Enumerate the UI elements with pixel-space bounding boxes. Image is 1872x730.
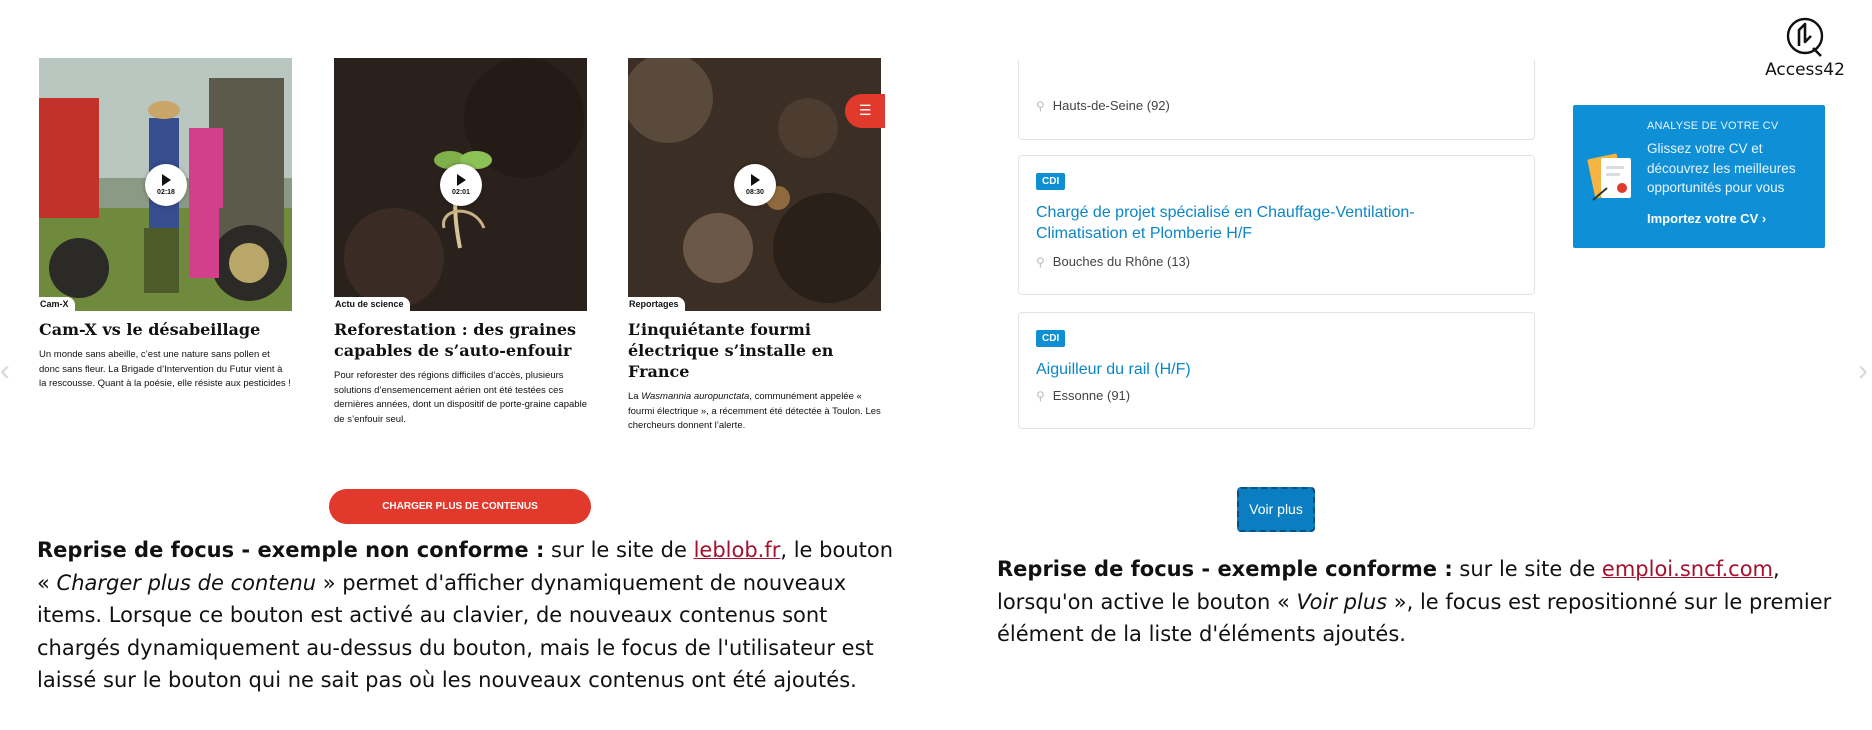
job-location: ⚲ Essonne (91) (1036, 388, 1130, 403)
card-title[interactable]: L’inquiétante fourmi électrique s’instal… (628, 319, 881, 382)
card-title[interactable]: Cam-X vs le désabeillage (39, 319, 292, 340)
desc-species: Wasmannia auropunctata (641, 391, 750, 402)
card-image[interactable]: 02:01 Actu de science (334, 58, 587, 311)
job-location-text: Bouches du Rhône (13) (1052, 254, 1191, 269)
cv-analysis-promo[interactable]: ANALYSE DE VOTRE CV Glissez votre CV et … (1573, 105, 1825, 248)
category-tag: Actu de science (334, 297, 410, 311)
category-tag: Cam-X (39, 297, 75, 311)
job-location: ⚲ Bouches du Rhône (13) (1036, 254, 1190, 269)
content-card[interactable]: 02:01 Actu de science Reforestation : de… (334, 58, 587, 427)
explain-text: sur le site de (544, 538, 694, 562)
brand-name: Access42 (1765, 60, 1845, 80)
import-cv-link[interactable]: Importez votre CV › (1647, 211, 1766, 226)
job-location-text: Hauts-de-Seine (92) (1052, 98, 1170, 113)
play-icon (751, 174, 760, 186)
job-item[interactable]: ⚲ Hauts-de-Seine (92) (1018, 60, 1535, 140)
explain-heading: Reprise de focus - exemple non conforme … (37, 538, 545, 562)
contract-badge: CDI (1036, 330, 1066, 347)
chevron-right-icon[interactable]: › (1858, 356, 1872, 386)
video-duration: 08:30 (746, 189, 764, 196)
pin-icon: ⚲ (1036, 99, 1045, 113)
load-more-button[interactable]: CHARGER PLUS DE CONTENUS (329, 489, 591, 524)
non-conforming-explanation: Reprise de focus - exemple non conforme … (37, 534, 907, 697)
category-tag: Reportages (628, 297, 685, 311)
cv-document-icon (1587, 153, 1631, 201)
video-duration: 02:18 (157, 189, 175, 196)
job-location-text: Essonne (91) (1052, 388, 1131, 403)
sncf-link[interactable]: emploi.sncf.com (1602, 557, 1773, 581)
play-button[interactable]: 02:01 (440, 164, 482, 206)
explain-button-name: Charger plus de contenu (56, 570, 317, 595)
job-title-link[interactable]: Chargé de projet spécialisé en Chauffage… (1036, 202, 1466, 244)
access42-logo: Access42 (1760, 16, 1850, 80)
leblob-link[interactable]: leblob.fr (694, 538, 781, 562)
pin-icon: ⚲ (1036, 255, 1045, 269)
import-cv-label: Importez votre CV (1647, 211, 1759, 226)
pin-icon: ⚲ (1036, 389, 1045, 403)
card-image[interactable]: 08:30 Reportages (628, 58, 881, 311)
chevron-left-icon[interactable]: ‹ (0, 356, 14, 386)
search-list-icon: ☰ (859, 102, 872, 118)
card-description: La Wasmannia auropunctata, communément a… (628, 390, 881, 434)
play-icon (457, 174, 466, 186)
voir-plus-button[interactable]: Voir plus (1237, 487, 1315, 532)
job-location: ⚲ Hauts-de-Seine (92) (1036, 98, 1170, 113)
explain-heading: Reprise de focus - exemple conforme : (997, 557, 1453, 581)
search-list-button[interactable]: ☰ (845, 94, 885, 128)
job-item[interactable]: CDI Aiguilleur du rail (H/F) ⚲ Essonne (9… (1018, 312, 1535, 429)
cv-kicker: ANALYSE DE VOTRE CV (1647, 120, 1779, 132)
cv-text: Glissez votre CV et découvrez les meille… (1647, 141, 1796, 195)
contract-badge: CDI (1036, 173, 1066, 190)
content-card[interactable]: 08:30 Reportages ☰ L’inquiétante fourmi … (628, 58, 885, 434)
explain-button-name: Voir plus (1296, 589, 1388, 614)
logo-icon (1786, 17, 1824, 57)
job-title-link[interactable]: Aiguilleur du rail (H/F) (1036, 359, 1191, 380)
card-image[interactable]: 02:18 Cam-X (39, 58, 292, 311)
card-title[interactable]: Reforestation : des graines capables de … (334, 319, 587, 361)
conforming-explanation: Reprise de focus - exemple conforme : su… (997, 553, 1857, 651)
play-icon (162, 174, 171, 186)
job-item[interactable]: CDI Chargé de projet spécialisé en Chauf… (1018, 155, 1535, 295)
desc-text: La (628, 391, 642, 402)
video-duration: 02:01 (452, 189, 470, 196)
card-description: Un monde sans abeille, c’est une nature … (39, 349, 291, 389)
explain-text: sur le site de (1452, 557, 1602, 581)
chevron-right-icon: › (1761, 211, 1767, 226)
play-button[interactable]: 08:30 (734, 164, 776, 206)
card-description: Pour reforester des régions difficiles d… (334, 370, 587, 425)
content-card[interactable]: 02:18 Cam-X Cam-X vs le désabeillage Un … (39, 58, 292, 392)
play-button[interactable]: 02:18 (145, 164, 187, 206)
